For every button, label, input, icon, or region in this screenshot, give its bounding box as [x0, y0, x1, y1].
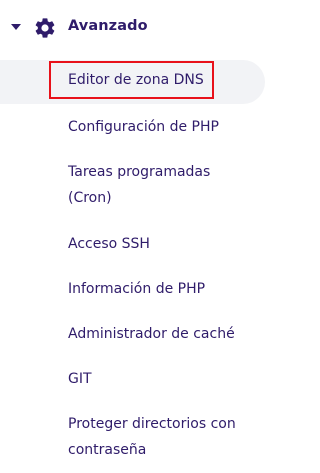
menu-item-cron-jobs[interactable]: Tareas programadas (Cron) [68, 159, 268, 211]
menu-item-php-configuration[interactable]: Configuración de PHP [68, 114, 268, 140]
sidebar-advanced-menu: Avanzado Editor de zona DNS Configuració… [0, 0, 281, 473]
highlight-annotation-box [49, 61, 214, 99]
menu-item-cache-manager[interactable]: Administrador de caché [68, 321, 268, 347]
menu-item-ssh-access[interactable]: Acceso SSH [68, 231, 268, 257]
gear-icon [35, 18, 55, 38]
caret-down-icon[interactable] [11, 24, 21, 30]
advanced-section-header[interactable]: Avanzado [0, 10, 281, 46]
advanced-section-title: Avanzado [68, 18, 148, 34]
menu-item-php-info[interactable]: Información de PHP [68, 276, 268, 302]
menu-item-password-protect-directories[interactable]: Proteger directorios con contraseña [68, 411, 268, 463]
menu-item-git[interactable]: GIT [68, 366, 268, 392]
